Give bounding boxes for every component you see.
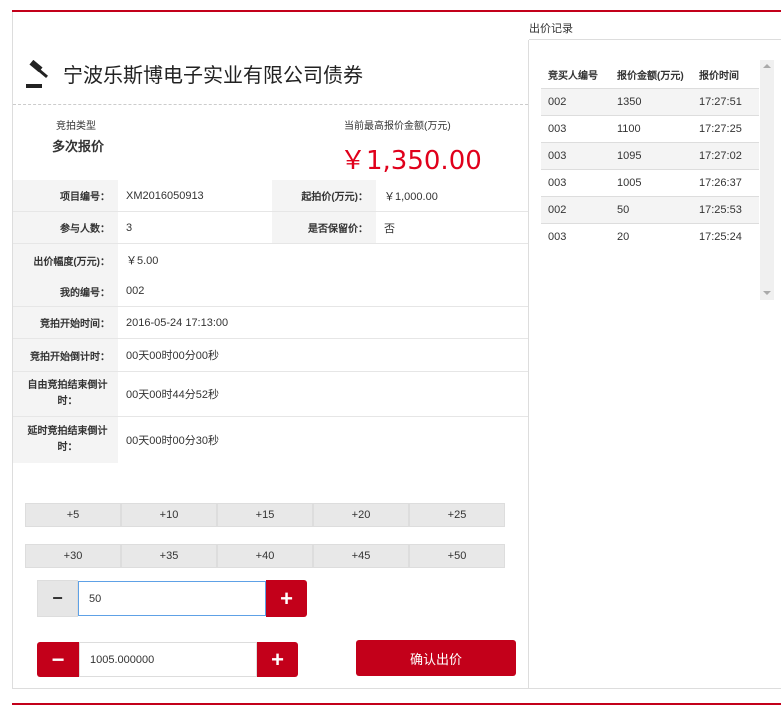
cell-time: 17:27:02 (699, 150, 742, 162)
cell-time: 17:27:51 (699, 96, 742, 108)
panel-divider (528, 40, 529, 688)
cell-time: 17:26:37 (699, 177, 742, 189)
increment-button[interactable]: +5 (25, 503, 121, 527)
step-plus-button[interactable]: + (266, 580, 307, 617)
info-row: 我的编号： 002 (13, 276, 528, 307)
cell-time: 17:27:25 (699, 123, 742, 135)
increment-label: 出价幅度(万元)： (13, 244, 118, 276)
increment-button[interactable]: +15 (217, 503, 313, 527)
reserve-value: 否 (384, 222, 395, 235)
cell-bidder: 003 (548, 231, 567, 243)
table-row: 002 50 17:25:53 (541, 196, 759, 223)
scroll-up-arrow-icon[interactable] (763, 64, 771, 68)
info-row: 参与人数： 3 是否保留价： 否 (13, 212, 528, 244)
participants-value: 3 (126, 221, 133, 234)
current-price-value: ￥1,350.00 (340, 146, 482, 176)
increment-buttons-row1: +5 +10 +15 +20 +25 (25, 503, 505, 527)
bid-plus-button[interactable]: + (257, 642, 298, 677)
bid-history-head: 竞买人编号 报价金额(万元) 报价时间 (541, 60, 759, 88)
table-row: 003 20 17:25:24 (541, 223, 759, 250)
bid-history-table: 竞买人编号 报价金额(万元) 报价时间 002 1350 17:27:51 00… (541, 60, 759, 250)
cell-amount: 1100 (617, 123, 641, 135)
auction-type-label: 竞拍类型 (56, 121, 96, 132)
increment-button[interactable]: +50 (409, 544, 505, 568)
bottom-accent-line (12, 703, 781, 705)
info-row: 竞拍开始倒计时： 00天00时00分00秒 (13, 339, 528, 372)
bid-history-header: 出价记录 (529, 12, 781, 40)
col-time: 报价时间 (699, 70, 739, 82)
free-end-label: 自由竞拍结束倒计时： (13, 372, 118, 416)
info-row: 出价幅度(万元)： ￥5.00 (13, 244, 528, 276)
cell-bidder: 003 (548, 150, 567, 162)
info-row: 项目编号： XM2016050913 起拍价(万元)： ￥1,000.00 (13, 180, 528, 212)
cell-bidder: 002 (548, 96, 567, 108)
increment-button[interactable]: +40 (217, 544, 313, 568)
bid-history-scrollbar[interactable] (760, 60, 774, 300)
bid-minus-button[interactable]: − (37, 642, 79, 677)
increment-button[interactable]: +25 (409, 503, 505, 527)
cell-amount: 50 (617, 204, 630, 216)
info-row: 竞拍开始时间： 2016-05-24 17:13:00 (13, 307, 528, 339)
bid-history-title: 出价记录 (529, 23, 573, 35)
confirm-bid-button[interactable]: 确认出价 (356, 640, 516, 676)
col-bidder: 竞买人编号 (548, 70, 598, 82)
step-stepper: − 50 + (37, 580, 307, 617)
start-time-value: 2016-05-24 17:13:00 (126, 316, 229, 329)
increment-buttons-row2: +30 +35 +40 +45 +50 (25, 544, 505, 568)
step-minus-button[interactable]: − (37, 580, 78, 617)
project-no-value: XM2016050913 (126, 189, 204, 202)
cell-bidder: 003 (548, 177, 567, 189)
auction-type-value: 多次报价 (52, 139, 105, 154)
increment-button[interactable]: +45 (313, 544, 409, 568)
increment-button[interactable]: +10 (121, 503, 217, 527)
cell-time: 17:25:53 (699, 204, 742, 216)
cell-time: 17:25:24 (699, 231, 742, 243)
start-time-label: 竞拍开始时间： (13, 307, 118, 338)
delay-end-label: 延时竞拍结束倒计时： (13, 417, 118, 463)
delay-end-value: 00天00时00分30秒 (126, 435, 219, 447)
cell-bidder: 003 (548, 123, 567, 135)
participants-label: 参与人数： (13, 212, 118, 243)
bid-amount-input[interactable]: 1005.000000 (79, 642, 257, 677)
table-row: 003 1005 17:26:37 (541, 169, 759, 196)
start-price-label: 起拍价(万元)： (272, 180, 376, 211)
start-countdown-label: 竞拍开始倒计时： (13, 339, 118, 371)
start-countdown-value: 00天00时00分00秒 (126, 350, 219, 362)
current-price-label: 当前最高报价金额(万元) (344, 121, 451, 132)
my-no-label: 我的编号： (13, 276, 118, 306)
info-row: 自由竞拍结束倒计时： 00天00时44分52秒 (13, 372, 528, 417)
info-row: 延时竞拍结束倒计时： 00天00时00分30秒 (13, 417, 528, 463)
cell-amount: 1005 (617, 177, 642, 189)
gavel-icon (26, 60, 49, 88)
table-row: 003 1095 17:27:02 (541, 142, 759, 169)
start-price-value: ￥1,000.00 (384, 190, 438, 203)
cell-amount: 1350 (617, 96, 642, 108)
cell-amount: 1095 (617, 150, 642, 162)
cell-amount: 20 (617, 231, 630, 243)
free-end-value: 00天00时44分52秒 (126, 389, 219, 401)
increment-button[interactable]: +30 (25, 544, 121, 568)
auction-info-table: 项目编号： XM2016050913 起拍价(万元)： ￥1,000.00 参与… (13, 180, 528, 463)
increment-value: ￥5.00 (126, 255, 159, 267)
project-no-label: 项目编号： (13, 180, 118, 211)
reserve-label: 是否保留价： (272, 212, 376, 243)
col-amount: 报价金额(万元) (617, 70, 684, 82)
increment-button[interactable]: +35 (121, 544, 217, 568)
cell-bidder: 002 (548, 204, 567, 216)
scroll-down-arrow-icon[interactable] (763, 291, 771, 295)
divider (13, 104, 528, 105)
page-title: 宁波乐斯博电子实业有限公司债券 (63, 63, 363, 87)
table-row: 002 1350 17:27:51 (541, 88, 759, 115)
step-input[interactable]: 50 (78, 581, 266, 616)
table-row: 003 1100 17:27:25 (541, 115, 759, 142)
my-no-value: 002 (126, 285, 145, 297)
increment-button[interactable]: +20 (313, 503, 409, 527)
bid-stepper: − 1005.000000 + (37, 642, 298, 677)
